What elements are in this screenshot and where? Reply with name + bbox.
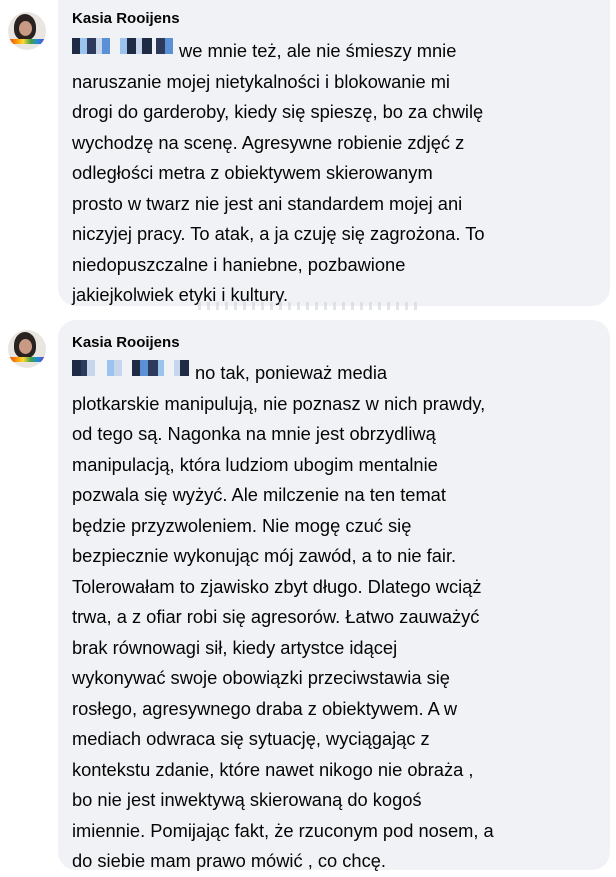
comment-text: no tak, ponieważ media plotkarskie manip…: [72, 358, 600, 877]
blurred-mention[interactable]: [72, 360, 189, 376]
comment-line-11: wykonywać swoje obowiązki przeciwstawia …: [72, 667, 450, 688]
avatar[interactable]: [8, 330, 46, 368]
comment-line-10: brak równowagi sił, kiedy artystce idące…: [72, 636, 398, 658]
comment-line-4: wychodzę na scenę. Agresywne robienie zd…: [72, 131, 465, 153]
comment-line-1: we mnie też, ale nie śmieszy mnie: [72, 36, 600, 67]
comment-line-17: do siebie mam prawo mówić , co chcę.: [72, 850, 386, 871]
comment-line-6: prosto w twarz nie jest ani standardem m…: [72, 192, 463, 214]
comment-line-7: niczyjej pracy. To atak, a ja czuję się …: [72, 223, 485, 244]
comment-line-2: naruszanie mojej nietykalności i blokowa…: [72, 70, 450, 92]
comment-line-2: plotkarskie manipulują, nie poznasz w ni…: [72, 392, 486, 414]
comment-line-3: drogi do garderoby, kiedy się spieszę, b…: [72, 101, 484, 122]
comment-author[interactable]: Kasia Rooijens: [72, 334, 180, 351]
comment-line-13: mediach odwraca się sytuację, wyciągając…: [72, 728, 430, 749]
comment-1: Kasia Rooijens we mnie też, ale nie śmie…: [0, 0, 616, 310]
comment-line-15: bo nie jest inwektywą skierowaną do kogo…: [72, 789, 422, 810]
comment-line-8: Tolerowałam to zjawisko zbyt długo. Dlat…: [72, 575, 482, 597]
comment-line-4: manipulacją, która ludziom ubogim mental…: [72, 453, 438, 475]
comment-line-9: trwa, a z ofiar robi się agresorów. Łatw…: [72, 606, 480, 627]
comment-line-1: no tak, ponieważ media: [72, 358, 600, 389]
comment-author[interactable]: Kasia Rooijens: [72, 10, 180, 27]
comment-line-3: od tego są. Nagonka na mnie jest obrzydl…: [72, 423, 436, 444]
comment-text: we mnie też, ale nie śmieszy mnie narusz…: [72, 36, 600, 311]
avatar[interactable]: [8, 12, 46, 50]
comment-2: Kasia Rooijens no tak, ponieważ media pl…: [0, 318, 616, 871]
comment-line-7: bezpiecznie wykonując mój zawód, a to ni…: [72, 545, 457, 566]
comment-line-5: pozwala się wyżyć. Ale milczenie na ten …: [72, 484, 446, 505]
comment-line-16: imiennie. Pomijając fakt, że rzuconym po…: [72, 819, 494, 841]
blurred-mention[interactable]: [72, 38, 173, 54]
comment-line-5: odległości metra z obiektywem skierowany…: [72, 162, 433, 183]
comment-bubble: Kasia Rooijens no tak, ponieważ media pl…: [58, 320, 610, 871]
cut-edge: [198, 302, 418, 310]
comment-line-12: rosłego, agresywnego draba z obiektywem.…: [72, 697, 458, 719]
comment-line-8: niedopuszczalne i haniebne, pozbawione: [72, 253, 406, 275]
comment-line-6: będzie przyzwoleniem. Nie mogę czuć się: [72, 514, 412, 536]
comment-bubble: Kasia Rooijens we mnie też, ale nie śmie…: [58, 0, 610, 310]
comment-line-14: kontekstu zdanie, które nawet nikogo nie…: [72, 758, 474, 780]
